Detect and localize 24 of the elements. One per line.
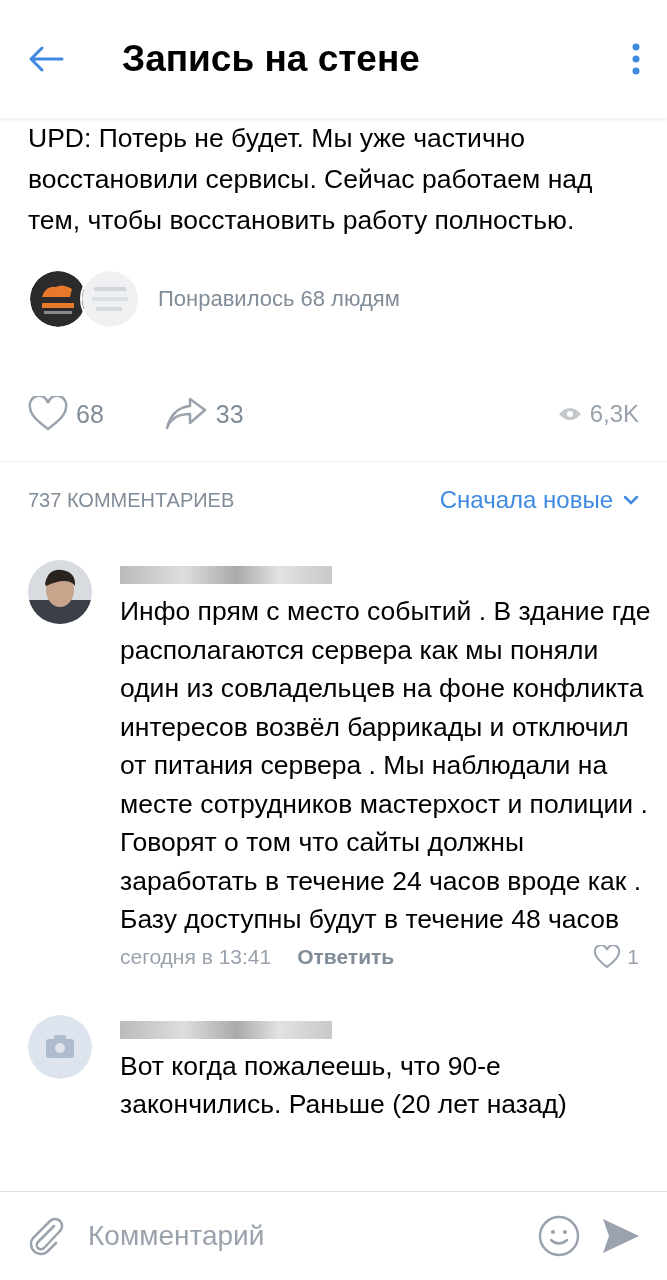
smiley-icon[interactable] (537, 1214, 581, 1258)
more-menu-icon[interactable] (631, 43, 641, 75)
reply-link[interactable]: Ответить (297, 944, 395, 969)
send-icon[interactable] (601, 1217, 641, 1255)
like-button[interactable]: 68 (28, 396, 104, 432)
liked-by-text[interactable]: Понравилось 68 людям (158, 286, 400, 312)
share-button[interactable]: 33 (163, 397, 244, 431)
post-text: UPD: Потерь не будет. Мы уже частично восстановили сервисы. Сейчас работаем над тем, чтобы восстановить работу полностью. (27, 122, 594, 237)
comment-text: Инфо прям с место событий . В здание где располагаются сервера как мы поняли один из совладельцев на фоне конфликта интересов возвёл баррикады и отключил от питания сервера . Мы наблюдали на месте сотрудников мастерхост и полиции . Говорят о том что сайты должны заработать в течение 24 часов вроде как . Базу доступны будут в течение 48 часов (120, 595, 652, 936)
share-arrow-icon (163, 397, 208, 431)
eye-icon (557, 406, 582, 422)
camera-avatar-icon (28, 1014, 92, 1079)
page-title: Запись на стене (122, 38, 421, 80)
sort-dropdown[interactable]: Сначала новые (439, 486, 639, 514)
comment-input[interactable]: Комментарий (86, 1219, 517, 1253)
heart-icon (28, 396, 68, 432)
views-count: 6,3K (589, 400, 639, 428)
heart-icon (593, 944, 622, 969)
comments-count: 737 КОММЕНТАРИЕВ (28, 488, 235, 512)
comment-time: сегодня в 13:41 (120, 944, 272, 969)
back-arrow-icon[interactable] (28, 45, 64, 73)
comment-text: Вот когда пожалеешь, что 90-е закончились. Раньше (20 лет назад) (120, 1049, 568, 1121)
comment-like-button[interactable]: 1 (593, 944, 639, 969)
chevron-down-icon (623, 495, 639, 505)
